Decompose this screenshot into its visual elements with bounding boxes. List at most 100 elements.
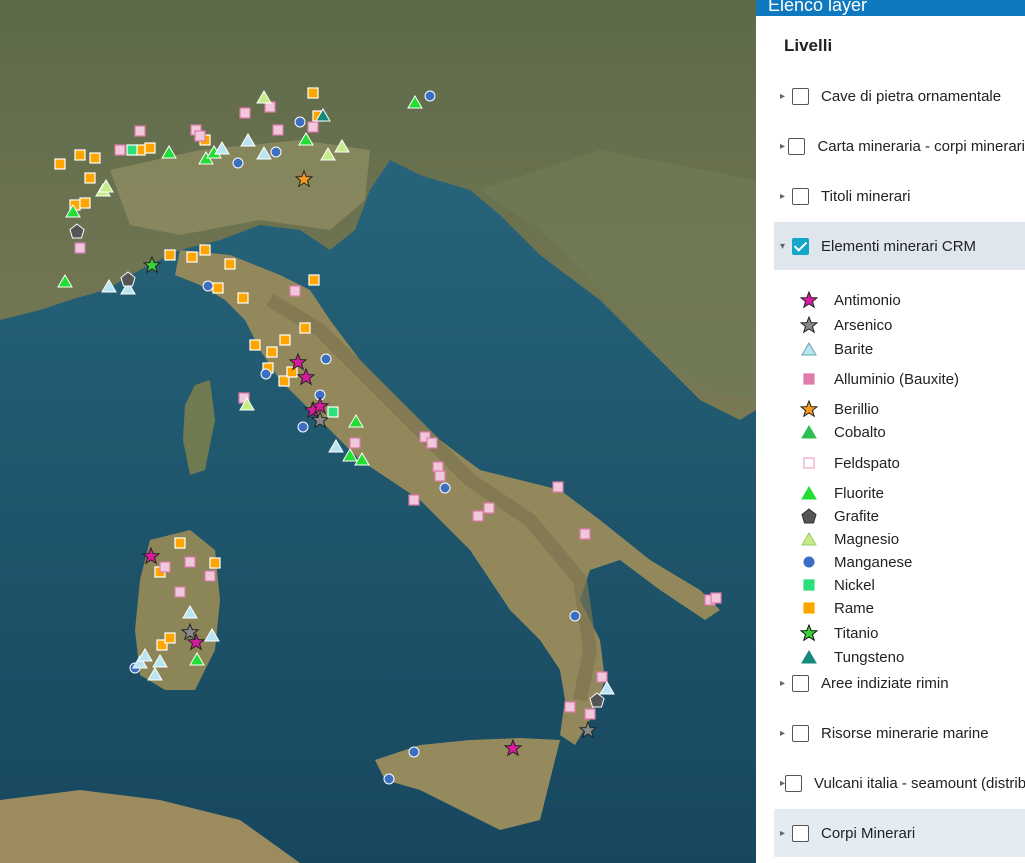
legend-item: Titanio <box>800 622 878 644</box>
pentagon-icon <box>801 508 817 524</box>
map-marker-square[interactable] <box>126 144 138 156</box>
map-marker-square[interactable] <box>472 510 484 522</box>
map-marker-square[interactable] <box>186 251 198 263</box>
map-marker-square[interactable] <box>286 366 298 378</box>
legend-label: Rame <box>834 599 875 617</box>
map-marker-square[interactable] <box>299 322 311 334</box>
map-marker-square[interactable] <box>79 197 91 209</box>
layer-checkbox[interactable] <box>792 824 809 842</box>
legend-label: Barite <box>834 340 874 358</box>
map-marker-square[interactable] <box>552 481 564 493</box>
map-marker-square[interactable] <box>483 502 495 514</box>
square-icon <box>803 457 815 469</box>
map-marker-square[interactable] <box>212 282 224 294</box>
map-marker-square[interactable] <box>327 406 339 418</box>
map-marker-square[interactable] <box>184 556 196 568</box>
chevron-right-icon[interactable]: ▸ <box>780 828 792 839</box>
map-marker-square[interactable] <box>289 285 301 297</box>
layer-label: Carta mineraria - corpi minerari <box>817 137 1025 155</box>
map-marker-square[interactable] <box>266 346 278 358</box>
map-view[interactable] <box>0 0 756 863</box>
map-marker-square[interactable] <box>174 537 186 549</box>
map-marker-circle[interactable] <box>320 353 332 365</box>
legend-item: Arsenico <box>800 314 892 336</box>
layer-checkbox[interactable] <box>788 137 806 155</box>
layer-row-aree[interactable]: ▸ Aree indiziate rimin <box>774 659 1025 707</box>
layer-checkbox[interactable] <box>792 187 809 205</box>
map-marker-circle[interactable] <box>260 368 272 380</box>
layer-row-carta-mineraria[interactable]: ▸ Carta mineraria - corpi minerari <box>774 122 1025 170</box>
map-marker-square[interactable] <box>272 124 284 136</box>
map-marker-square[interactable] <box>114 144 126 156</box>
layer-row-corpi-minerari[interactable]: ▸ Corpi Minerari <box>774 809 1025 857</box>
triangle-icon <box>801 425 817 439</box>
map-marker-circle[interactable] <box>408 746 420 758</box>
layer-row-titoli[interactable]: ▸ Titoli minerari <box>774 172 1025 220</box>
map-marker-square[interactable] <box>74 149 86 161</box>
map-marker-circle[interactable] <box>297 421 309 433</box>
map-marker-square[interactable] <box>224 258 236 270</box>
legend-label: Titanio <box>834 624 879 642</box>
map-marker-square[interactable] <box>144 142 156 154</box>
map-marker-square[interactable] <box>307 121 319 133</box>
map-marker-square[interactable] <box>199 244 211 256</box>
map-marker-circle[interactable] <box>569 610 581 622</box>
layer-checkbox-checked[interactable] <box>792 237 809 255</box>
map-marker-circle[interactable] <box>202 280 214 292</box>
map-marker-circle[interactable] <box>383 773 395 785</box>
map-marker-square[interactable] <box>89 152 101 164</box>
layer-row-cave[interactable]: ▸ Cave di pietra ornamentale <box>774 72 1025 120</box>
map-marker-circle[interactable] <box>232 157 244 169</box>
map-marker-square[interactable] <box>579 528 591 540</box>
layer-checkbox[interactable] <box>792 87 809 105</box>
map-marker-square[interactable] <box>584 708 596 720</box>
chevron-right-icon[interactable]: ▸ <box>780 91 792 102</box>
map-marker-square[interactable] <box>237 292 249 304</box>
map-marker-square[interactable] <box>204 570 216 582</box>
map-marker-square[interactable] <box>54 158 66 170</box>
map-marker-square[interactable] <box>134 125 146 137</box>
map-marker-circle[interactable] <box>270 146 282 158</box>
map-marker-square[interactable] <box>279 334 291 346</box>
map-marker-square[interactable] <box>84 172 96 184</box>
map-marker-circle[interactable] <box>424 90 436 102</box>
map-marker-square[interactable] <box>596 671 608 683</box>
map-marker-square[interactable] <box>74 242 86 254</box>
map-marker-square[interactable] <box>164 632 176 644</box>
map-marker-circle[interactable] <box>294 116 306 128</box>
chevron-down-icon[interactable]: ▾ <box>780 241 792 252</box>
square-icon <box>803 602 815 614</box>
layer-row-crm[interactable]: ▾ Elementi minerari CRM <box>774 222 1025 270</box>
legend-item: Feldspato <box>800 452 900 474</box>
legend-label: Grafite <box>834 507 880 525</box>
map-marker-square[interactable] <box>194 130 206 142</box>
chevron-right-icon[interactable]: ▸ <box>780 191 792 202</box>
map-marker-square[interactable] <box>159 561 171 573</box>
map-marker-square[interactable] <box>408 494 420 506</box>
map-marker-square[interactable] <box>307 87 319 99</box>
layer-row-risorse-marine[interactable]: ▸ Risorse minerarie marine <box>774 709 1025 757</box>
square-icon <box>803 373 815 385</box>
layer-row-vulcani[interactable]: ▸ Vulcani italia - seamount (distribuzio… <box>774 759 1025 807</box>
map-marker-square[interactable] <box>308 274 320 286</box>
map-marker-square[interactable] <box>239 107 251 119</box>
layer-checkbox[interactable] <box>792 674 809 692</box>
map-marker-square[interactable] <box>174 586 186 598</box>
map-marker-square[interactable] <box>434 470 446 482</box>
map-marker-square[interactable] <box>349 437 361 449</box>
chevron-right-icon[interactable]: ▸ <box>780 678 792 689</box>
map-marker-square[interactable] <box>564 701 576 713</box>
map-marker-circle[interactable] <box>439 482 451 494</box>
layer-checkbox[interactable] <box>785 774 803 792</box>
map-marker-square[interactable] <box>426 437 438 449</box>
legend-item: Barite <box>800 338 873 360</box>
triangle-icon <box>801 342 817 356</box>
map-marker-square[interactable] <box>164 249 176 261</box>
map-marker-square[interactable] <box>249 339 261 351</box>
satellite-map[interactable] <box>0 0 756 863</box>
map-marker-square[interactable] <box>710 592 722 604</box>
chevron-right-icon[interactable]: ▸ <box>780 728 792 739</box>
chevron-right-icon[interactable]: ▸ <box>780 141 788 152</box>
layer-checkbox[interactable] <box>792 724 809 742</box>
map-marker-square[interactable] <box>209 557 221 569</box>
